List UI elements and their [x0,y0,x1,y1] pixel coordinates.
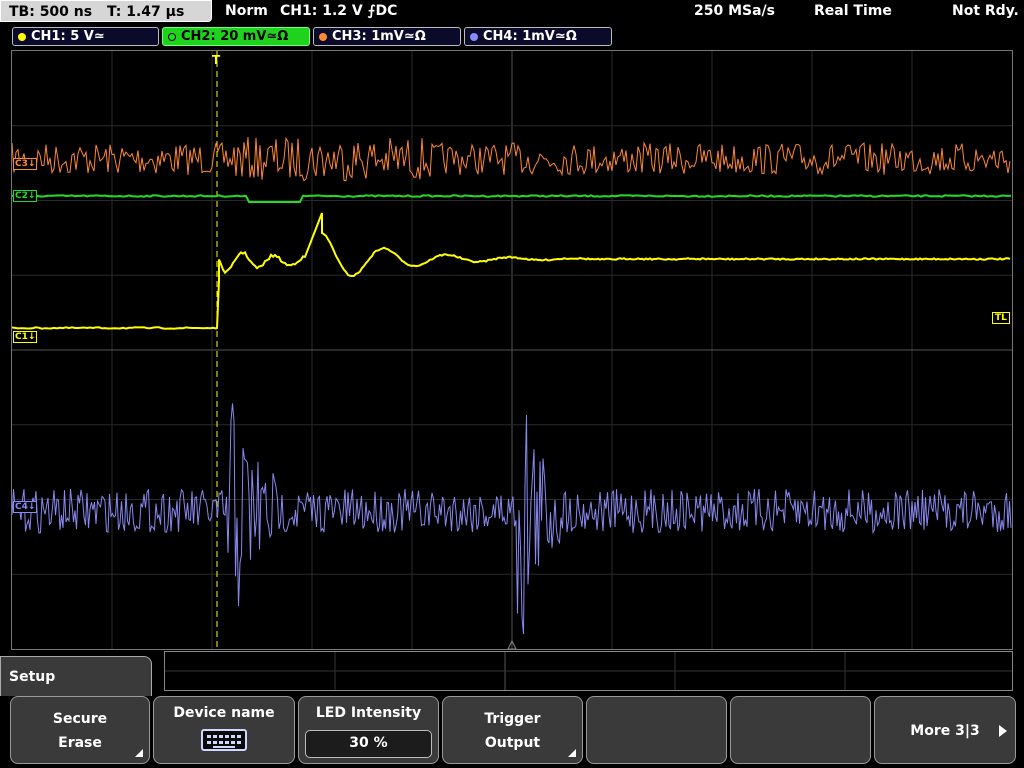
tab-ch3[interactable]: CH3: 1mV≃Ω [313,27,461,46]
trigger-mode[interactable]: Norm [225,3,268,19]
device-name-label: Device name [173,705,275,721]
softkey-bar: Secure Erase Device name LED Intensity 3… [0,696,1024,768]
tab-ch2-label: CH2: 20 mV≃Ω [181,29,289,44]
timebase-label: TB: 500 ns [9,4,93,20]
submenu-indicator-icon [568,749,576,757]
tab-ch4[interactable]: CH4: 1mV≃Ω [464,27,612,46]
status-bar: TB: 500 ns T: 1.47 µs Norm CH1: 1.2 V ⨍D… [0,0,1024,25]
waveform-canvas [12,51,1012,649]
acquisition-mode: Real Time [814,3,892,19]
tab-ch3-label: CH3: 1mV≃Ω [332,29,426,44]
softkey-empty-5[interactable] [586,696,727,764]
secure-erase-button[interactable]: Secure Erase [10,696,150,764]
secure-erase-line1: Secure [52,711,108,727]
trigger-info[interactable]: CH1: 1.2 V ⨍DC [280,3,397,19]
device-name-button[interactable]: Device name [153,696,295,764]
ch4-color-dot [470,33,478,41]
strip-grid [165,652,1012,690]
trigger-time-label: T: 1.47 µs [106,4,185,20]
trigger-output-button[interactable]: Trigger Output [442,696,583,764]
more-label: More 3|3 [910,723,980,739]
submenu-indicator-icon [135,749,143,757]
ready-state: Not Rdy. [952,3,1019,19]
waveform-display[interactable] [11,50,1013,650]
trigger-output-line2: Output [484,735,541,751]
ch1-trace [12,212,1011,330]
trigger-output-line1: Trigger [484,711,541,727]
tab-ch2[interactable]: CH2: 20 mV≃Ω [162,27,310,46]
ch1-marker[interactable]: C1↓ [13,331,38,343]
bottom-graticule-strip [164,651,1013,691]
ch4-marker[interactable]: C4↓ [13,501,38,513]
ch2-marker[interactable]: C2↓ [13,190,38,202]
led-intensity-button[interactable]: LED Intensity 30 % [298,696,439,764]
ch3-marker[interactable]: C3↓ [13,158,38,170]
secure-erase-line2: Erase [58,735,102,751]
more-button[interactable]: More 3|3 [874,696,1016,764]
led-intensity-value: 30 % [305,730,432,758]
ch2-color-dot [168,33,176,41]
ch3-color-dot [319,33,327,41]
keyboard-icon [201,729,247,751]
timebase-box[interactable]: TB: 500 ns T: 1.47 µs [0,0,212,22]
arrow-right-icon [999,725,1007,737]
menu-title: Setup [9,669,56,685]
trigger-position-marker[interactable]: T [212,53,220,67]
ch1-color-dot [18,33,26,41]
ch3-trace [12,136,1011,182]
tab-ch1-label: CH1: 5 V≃ [31,29,105,44]
menu-title-tab[interactable]: Setup [0,656,152,696]
trigger-level-marker[interactable]: TL [992,312,1010,324]
sample-rate: 250 MSa/s [694,3,776,19]
tab-ch4-label: CH4: 1mV≃Ω [483,29,577,44]
led-intensity-label: LED Intensity [315,705,422,721]
tab-ch1[interactable]: CH1: 5 V≃ [12,27,159,46]
softkey-empty-6[interactable] [730,696,871,764]
